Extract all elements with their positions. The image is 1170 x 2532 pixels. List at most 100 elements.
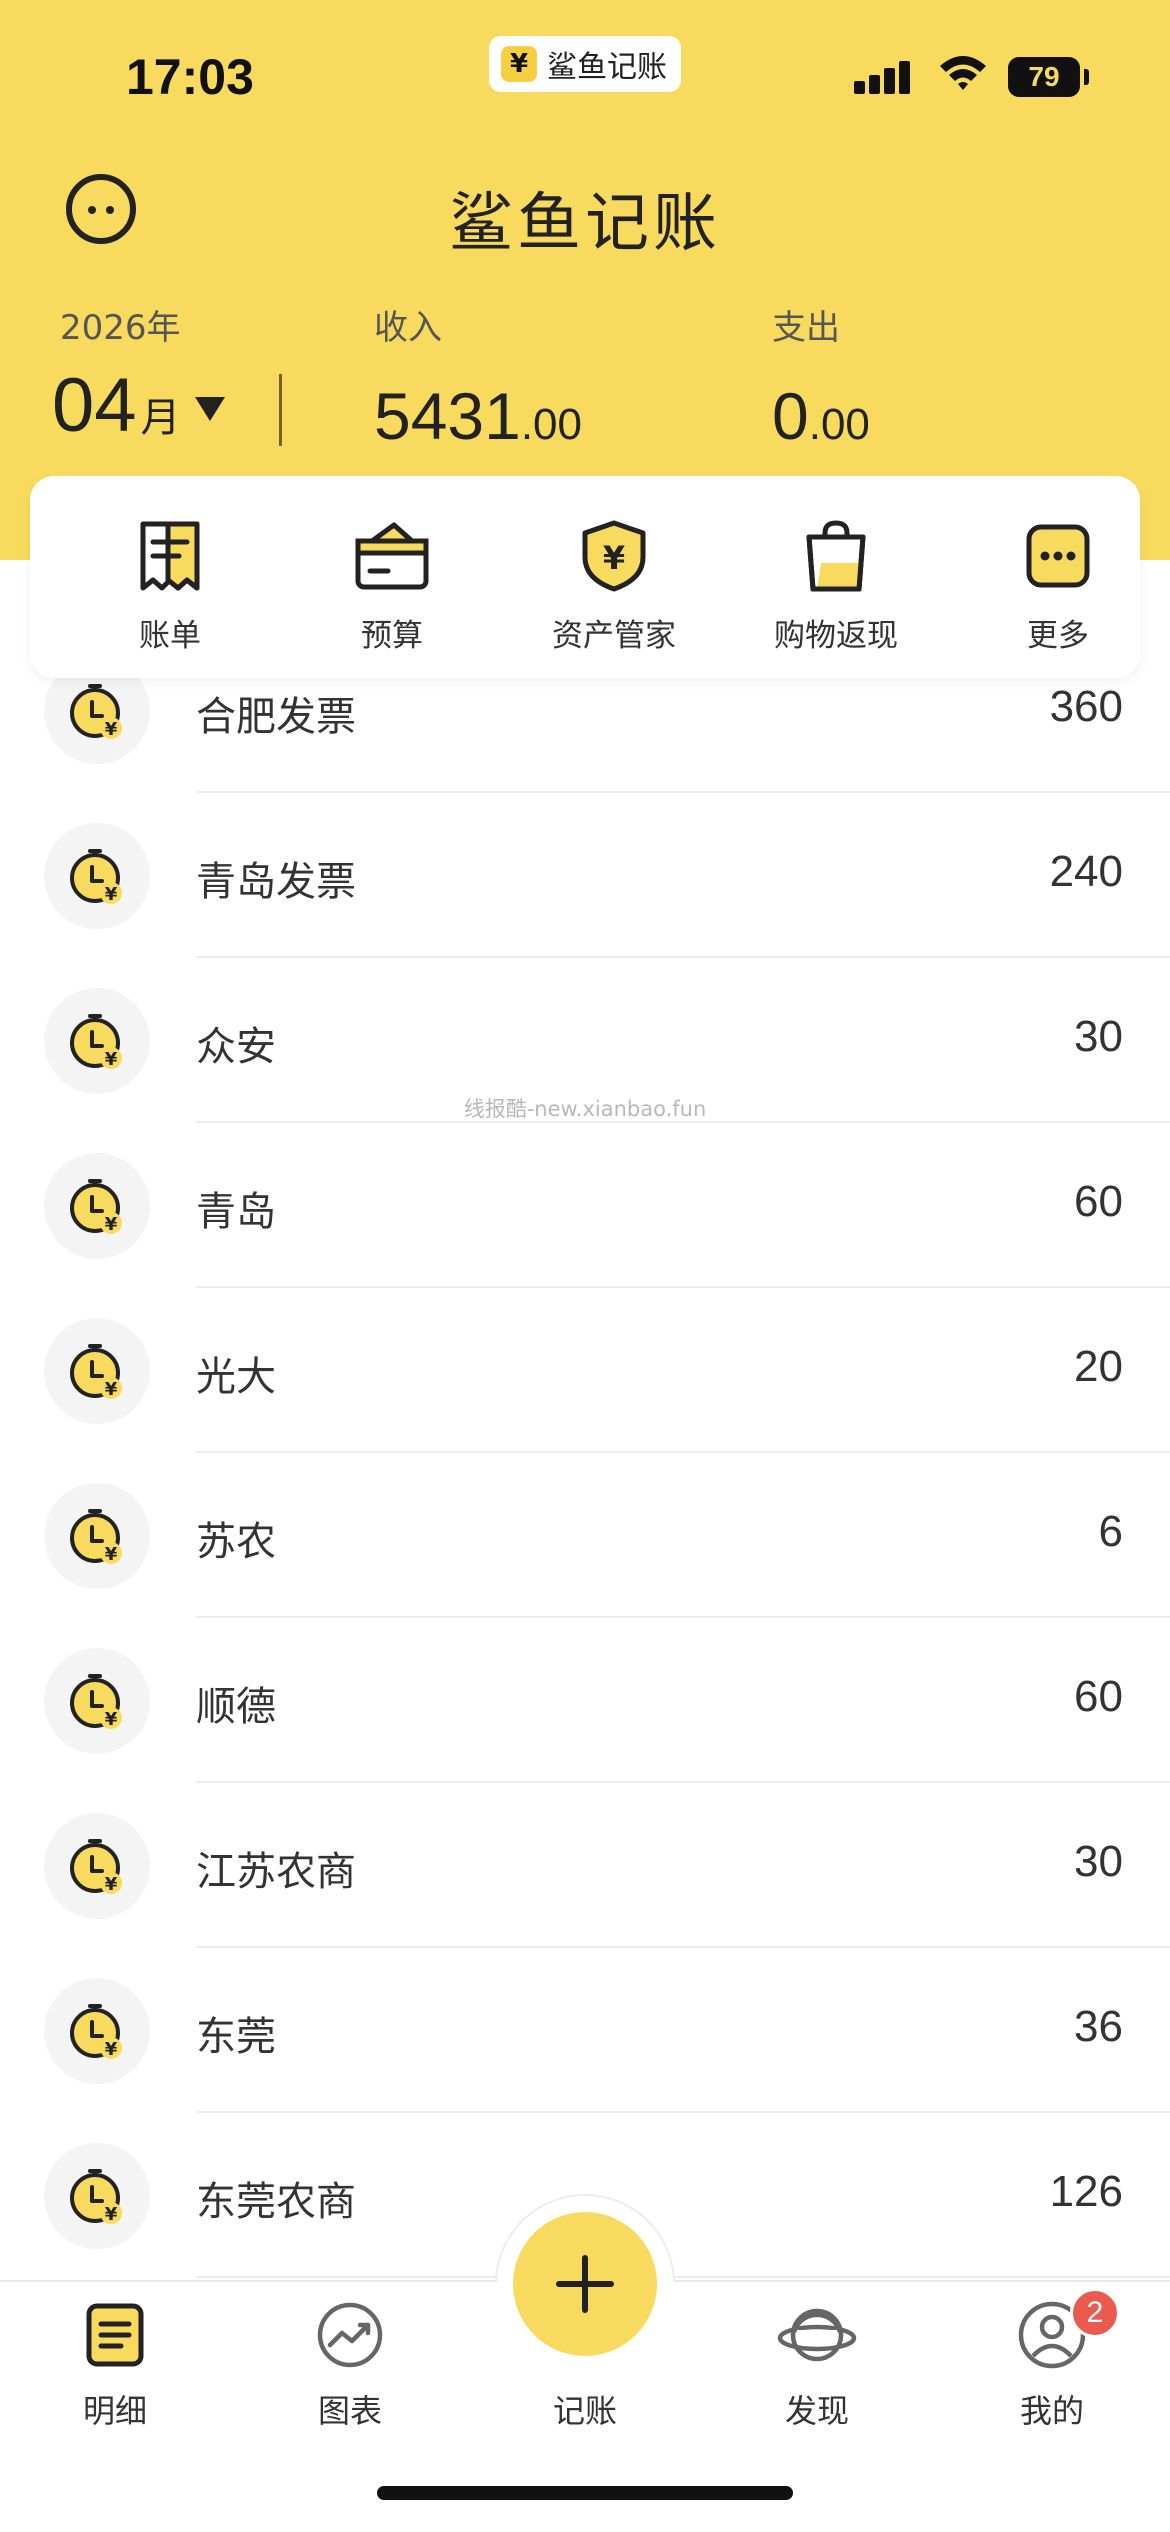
status-time: 17:03 — [126, 49, 254, 105]
menu-label: 账单 — [139, 618, 201, 654]
tab-details[interactable]: 明细 — [15, 2296, 215, 2432]
planet-icon — [717, 2296, 917, 2374]
battery-nub — [1084, 69, 1089, 85]
expense-amount: 0.00 — [772, 378, 870, 454]
app-title: 鲨鱼记账 — [449, 187, 721, 261]
wallet-icon — [282, 518, 502, 594]
menu-item-more[interactable]: 更多 — [948, 518, 1168, 655]
menu-label: 购物返现 — [774, 618, 898, 654]
transaction-amount: 6 — [1098, 1507, 1123, 1556]
clock-yen-icon: ¥ — [44, 1153, 150, 1259]
summary-divider — [279, 374, 282, 446]
svg-text:¥: ¥ — [105, 1214, 118, 1235]
transaction-amount: 240 — [1049, 847, 1123, 896]
list-item[interactable]: ¥ 光大 20 — [0, 1288, 1170, 1453]
transaction-name: 合肥发票 — [196, 694, 356, 740]
list-item[interactable]: ¥ 东莞 36 — [0, 1948, 1170, 2113]
tab-label: 发现 — [784, 2392, 849, 2430]
transaction-name: 光大 — [196, 1354, 276, 1400]
transaction-amount: 60 — [1074, 1177, 1123, 1226]
battery-icon: 79 — [1008, 57, 1080, 97]
clock-yen-icon: ¥ — [44, 1648, 150, 1754]
tab-charts[interactable]: 图表 — [250, 2296, 450, 2432]
svg-text:¥: ¥ — [105, 1544, 118, 1565]
clock-yen-icon: ¥ — [44, 2143, 150, 2249]
menu-item-cashback[interactable]: 购物返现 — [726, 518, 946, 655]
transaction-name: 江苏农商 — [196, 1849, 356, 1895]
list-item[interactable]: ¥ 顺德 60 — [0, 1618, 1170, 1783]
tab-me[interactable]: 我的 — [952, 2296, 1152, 2432]
list-item[interactable]: ¥ 江苏农商 30 — [0, 1783, 1170, 1948]
income-label: 收入 — [374, 308, 442, 348]
more-icon — [948, 518, 1168, 594]
expense-integer: 0 — [772, 379, 809, 453]
transaction-name: 众安 — [196, 1024, 276, 1070]
menu-item-assets[interactable]: ¥ 资产管家 — [504, 518, 724, 655]
quick-menu-card: 账单 预算 ¥ 资产管家 购物返现 更多 — [30, 476, 1140, 678]
list-detail-icon — [15, 2296, 215, 2374]
app-pill-label: 鲨鱼记账 — [547, 50, 667, 85]
menu-label: 预算 — [361, 618, 423, 654]
clock-yen-icon: ¥ — [44, 1813, 150, 1919]
menu-label: 更多 — [1027, 618, 1089, 654]
year-label: 2026年 — [60, 308, 181, 348]
svg-text:¥: ¥ — [603, 539, 625, 577]
tab-label: 明细 — [82, 2392, 147, 2430]
list-item[interactable]: ¥ 青岛 60 — [0, 1123, 1170, 1288]
svg-text:¥: ¥ — [105, 1049, 118, 1070]
clock-yen-icon: ¥ — [44, 988, 150, 1094]
transaction-name: 青岛发票 — [196, 859, 356, 905]
expense-label: 支出 — [772, 308, 840, 348]
transaction-amount: 36 — [1074, 2002, 1123, 2051]
tab-discover[interactable]: 发现 — [717, 2296, 917, 2432]
transaction-name: 苏农 — [196, 1519, 276, 1565]
income-amount: 5431.00 — [374, 378, 582, 454]
transaction-amount: 20 — [1074, 1342, 1123, 1391]
svg-text:¥: ¥ — [105, 1379, 118, 1400]
clock-yen-icon: ¥ — [44, 1318, 150, 1424]
list-item[interactable]: ¥ 青岛发票 240 — [0, 793, 1170, 958]
bill-icon — [60, 518, 280, 594]
app-indicator-pill[interactable]: ¥ 鲨鱼记账 — [489, 36, 681, 92]
month-value: 04 — [52, 363, 137, 448]
svg-text:¥: ¥ — [105, 719, 118, 740]
tab-label: 图表 — [317, 2392, 382, 2430]
transaction-amount: 126 — [1049, 2167, 1123, 2216]
clock-yen-icon: ¥ — [44, 1483, 150, 1589]
menu-item-bill[interactable]: 账单 — [60, 518, 280, 655]
svg-text:¥: ¥ — [105, 1709, 118, 1730]
row-divider — [196, 2276, 1170, 2278]
transaction-name: 顺德 — [196, 1684, 276, 1730]
yen-coin-icon: ¥ — [501, 46, 537, 82]
profile-icon — [952, 2296, 1152, 2374]
transaction-amount: 30 — [1074, 1837, 1123, 1886]
menu-label: 资产管家 — [552, 618, 676, 654]
expense-decimal: .00 — [808, 400, 870, 449]
tab-add-label[interactable]: 记账 — [485, 2386, 685, 2432]
shield-yen-icon: ¥ — [504, 518, 724, 594]
svg-text:¥: ¥ — [105, 2039, 118, 2060]
transaction-name: 东莞农商 — [196, 2179, 356, 2225]
menu-item-budget[interactable]: 预算 — [282, 518, 502, 655]
notification-badge: 2 — [1070, 2288, 1120, 2338]
add-record-button[interactable] — [513, 2212, 657, 2356]
home-indicator[interactable] — [377, 2486, 793, 2500]
month-unit: 月 — [140, 395, 181, 441]
clock-yen-icon: ¥ — [44, 1978, 150, 2084]
tab-label: 我的 — [1019, 2392, 1084, 2430]
month-selector[interactable]: 04 月 — [52, 362, 225, 449]
svg-text:¥: ¥ — [105, 1874, 118, 1895]
shopping-bag-icon — [726, 518, 946, 594]
transaction-amount: 360 — [1049, 682, 1123, 731]
transaction-amount: 60 — [1074, 1672, 1123, 1721]
cellular-signal-icon — [854, 58, 910, 94]
watermark-text: 线报酷-new.xianbao.fun — [463, 1097, 707, 1121]
svg-text:¥: ¥ — [105, 2204, 118, 2225]
caret-down-icon — [194, 397, 225, 421]
clock-yen-icon: ¥ — [44, 823, 150, 929]
list-item[interactable]: ¥ 苏农 6 — [0, 1453, 1170, 1618]
transaction-name: 东莞 — [196, 2014, 276, 2060]
transaction-amount: 30 — [1074, 1012, 1123, 1061]
plus-icon — [556, 2255, 614, 2313]
income-decimal: .00 — [520, 400, 582, 449]
